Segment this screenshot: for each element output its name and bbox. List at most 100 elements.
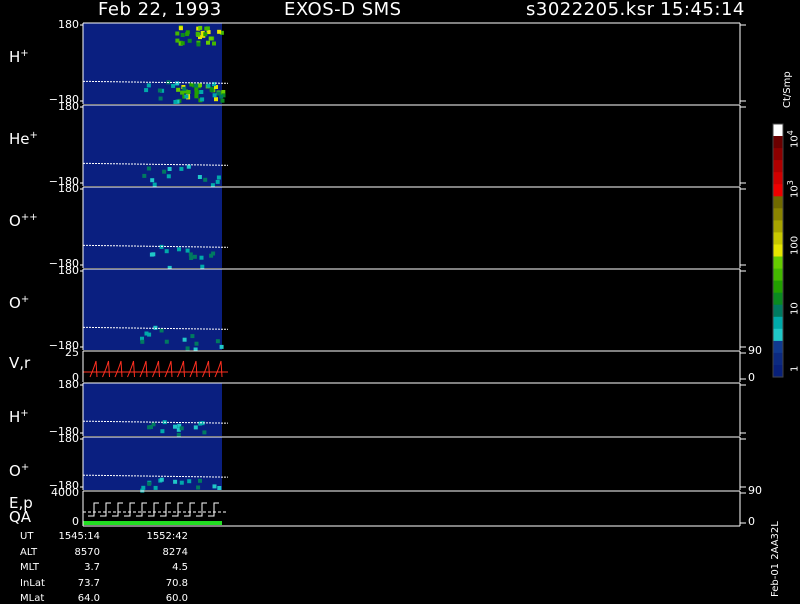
heatmap-cell — [167, 167, 172, 171]
header-time: 15:45:14 — [660, 0, 745, 20]
colorbar-segment — [773, 196, 783, 209]
panel-label: O+ — [9, 462, 30, 480]
heatmap-cell — [204, 26, 209, 31]
heatmap-cell — [206, 40, 210, 45]
panel-label-qa: QA — [9, 508, 32, 526]
panel-label: O++ — [9, 212, 38, 230]
orbit-value-start: 1545:14 — [58, 531, 100, 542]
heatmap-cell — [198, 83, 202, 88]
velocity-trace — [189, 360, 198, 378]
energy-step-trace — [172, 502, 183, 517]
heatmap-cell — [142, 173, 147, 178]
colorbar-segment — [773, 232, 783, 245]
orbit-row-label: ALT — [20, 546, 38, 558]
orbit-value-start: 73.7 — [77, 577, 100, 589]
heatmap-cell — [144, 331, 149, 336]
heatmap-cell — [180, 41, 185, 46]
y-tick-label-top: 4000 — [51, 486, 79, 499]
orbit-row-label: MLT — [20, 562, 39, 573]
heatmap-cell — [152, 182, 157, 187]
energy-step-trace — [112, 502, 123, 517]
y-tick-label-bottom: 0 — [72, 515, 79, 528]
colorbar-segment — [773, 304, 783, 318]
heatmap-cell — [153, 485, 158, 490]
y-tick-label-top: 180 — [58, 182, 79, 195]
energy-step-trace — [100, 502, 111, 517]
colorbar-tick-label: 104 — [786, 130, 800, 148]
heatmap-cell — [180, 33, 185, 37]
colorbar-segment — [773, 160, 783, 173]
heatmap-cell — [200, 264, 205, 269]
right-tick-label-bottom: 0 — [748, 371, 755, 384]
panel-label: H+ — [9, 48, 29, 66]
heatmap-cell — [187, 479, 192, 484]
energy-step-trace — [184, 502, 195, 517]
heatmap-cell — [217, 486, 222, 490]
heatmap-cell — [186, 164, 191, 169]
heatmap-cell — [173, 479, 178, 484]
colorbar-segment — [773, 280, 783, 294]
header-date: Feb 22, 1993 — [98, 0, 222, 20]
velocity-trace — [114, 360, 123, 378]
panel-2-background — [83, 105, 222, 186]
heatmap-cell — [159, 477, 164, 482]
heatmap-cell — [182, 86, 187, 91]
heatmap-cell — [215, 179, 220, 184]
heatmap-cell — [177, 247, 181, 252]
heatmap-cell — [212, 484, 217, 489]
heatmap-cell — [198, 478, 202, 483]
heatmap-cell — [175, 38, 180, 43]
heatmap-cell — [219, 344, 224, 349]
heatmap-cell — [180, 90, 185, 95]
heatmap-cell — [157, 88, 162, 93]
velocity-trace — [152, 360, 160, 378]
colorbar-segment — [773, 136, 783, 149]
heatmap-cell — [203, 177, 208, 182]
heatmap-cell — [176, 87, 181, 92]
heatmap-cell — [203, 32, 208, 37]
right-tick-label-top: 90 — [748, 344, 762, 357]
velocity-trace — [214, 360, 223, 378]
y-tick-label-top: 180 — [58, 378, 79, 391]
energy-step-trace — [160, 502, 171, 517]
velocity-trace — [177, 360, 185, 378]
heatmap-cell — [179, 426, 184, 431]
heatmap-cell — [216, 175, 221, 180]
colorbar-segment — [773, 124, 783, 137]
panel-label: He+ — [9, 130, 38, 148]
orbit-value-start: 3.7 — [84, 562, 100, 573]
energy-step-trace — [196, 502, 207, 517]
energy-step-trace — [208, 502, 219, 517]
heatmap-cell — [194, 91, 199, 95]
panel-label: V,r — [9, 354, 31, 372]
heatmap-cell — [208, 36, 213, 41]
y-tick-label-top: 180 — [58, 100, 79, 113]
header-mission: EXOS-D SMS — [284, 0, 402, 20]
velocity-trace — [127, 360, 135, 378]
footer-id: Feb-01 2AA32L — [770, 521, 781, 597]
y-tick-label-top: 25 — [65, 346, 79, 359]
heatmap-cell — [159, 328, 164, 333]
heatmap-cell — [216, 91, 221, 96]
heatmap-cell — [197, 175, 202, 179]
heatmap-cell — [176, 432, 181, 437]
heatmap-cell — [189, 256, 194, 260]
y-tick-label-top: 180 — [58, 18, 79, 31]
heatmap-cell — [175, 81, 180, 86]
y-tick-label-top: 180 — [58, 264, 79, 277]
heatmap-cell — [144, 88, 149, 93]
velocity-trace — [102, 360, 110, 378]
colorbar-segment — [773, 292, 783, 306]
heatmap-cell — [214, 97, 218, 102]
heatmap-cell — [179, 166, 184, 171]
orbit-value-end: 60.0 — [165, 593, 188, 604]
velocity-trace — [164, 360, 173, 378]
right-tick-label-bottom: 0 — [748, 515, 755, 528]
heatmap-cell — [164, 249, 169, 254]
heatmap-cell — [202, 430, 207, 435]
heatmap-cell — [151, 252, 156, 257]
heatmap-cell — [173, 424, 177, 429]
colorbar-tick-label: 10 — [789, 302, 800, 315]
heatmap-cell — [198, 25, 203, 30]
colorbar-tick-label: 100 — [789, 235, 800, 255]
